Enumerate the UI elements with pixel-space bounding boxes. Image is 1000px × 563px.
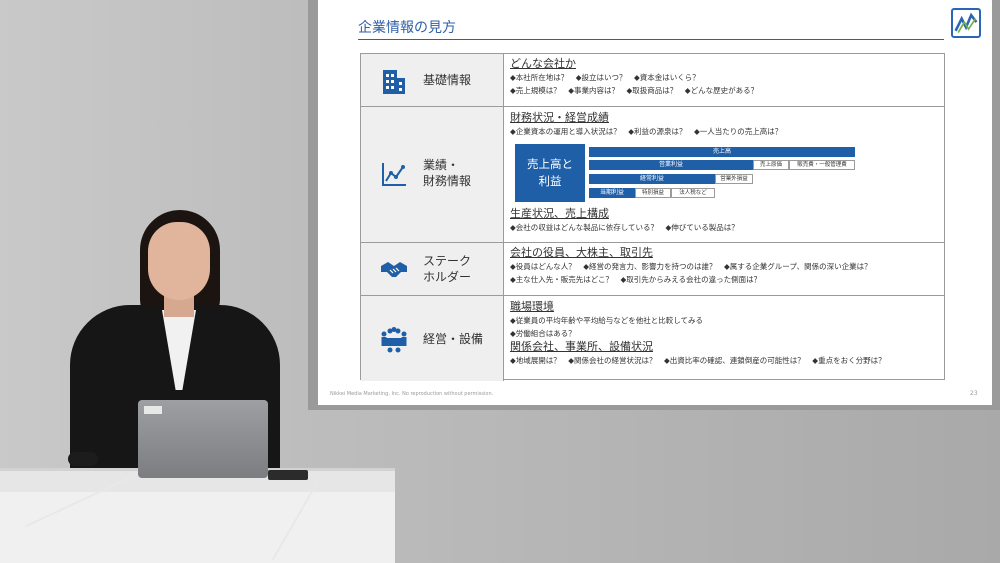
- page-number: 23: [970, 390, 978, 397]
- detail-question: ◆売上規模は？ ◆事業内容は？ ◆取扱商品は？ ◆どんな歴史がある？: [510, 86, 759, 95]
- detail-question: ◆本社所在地は？ ◆設立はいつ？ ◆資本金はいくら？: [510, 73, 700, 82]
- category-label-line: 財務情報: [423, 174, 472, 188]
- category-label-line: ホルダー: [423, 270, 472, 284]
- company-info-table: 基礎情報 どんな会社か ◆本社所在地は？ ◆設立はいつ？ ◆資本金はいくら？ ◆…: [360, 53, 945, 381]
- building-icon: [379, 66, 409, 96]
- detail-cell: 職場環境 ◆従業員の平均年齢や平均給与などを他社と比較してみる ◆労働組合はある…: [510, 300, 940, 367]
- detail-heading: どんな会社か: [510, 57, 576, 70]
- detail-question: ◆役員はどんな人？ ◆経営の発言力、影響力を持つのは誰？ ◆属する企業グループ、…: [510, 262, 872, 271]
- meeting-icon: [379, 324, 409, 354]
- category-label: ステーク ホルダー: [423, 253, 471, 285]
- category-cell: 経営・設備: [361, 296, 504, 381]
- detail-question: ◆従業員の平均年齢や平均給与などを他社と比較してみる: [510, 316, 704, 325]
- detail-question: ◆労働組合はある？: [510, 329, 576, 338]
- category-cell: ステーク ホルダー: [361, 243, 504, 295]
- taxes-box: 法人税など: [671, 188, 715, 198]
- laptop-sticker: [144, 406, 162, 414]
- line-chart-icon: [379, 159, 409, 189]
- detail-cell: 会社の役員、大株主、取引先 ◆役員はどんな人？ ◆経営の発言力、影響力を持つのは…: [510, 246, 940, 286]
- category-label: 基礎情報: [423, 73, 472, 87]
- sga-box: 販売費・一般管理費: [789, 160, 855, 170]
- slide-title: 企業情報の見方: [358, 20, 456, 36]
- detail-question: ◆会社の収益はどんな製品に依存している？ ◆伸びている製品は？: [510, 223, 739, 232]
- title-rule: [358, 39, 944, 40]
- presentation-slide: 企業情報の見方 基礎情報 どんな会社か ◆本社所在地は？ ◆設立はいつ？ ◆資本…: [318, 0, 992, 405]
- detail-question: ◆主な仕入先・販売先はどこ？ ◆取引先からみえる会社の違った側面は？: [510, 275, 762, 284]
- table-row: ステーク ホルダー 会社の役員、大株主、取引先 ◆役員はどんな人？ ◆経営の発言…: [361, 243, 944, 296]
- desk-front: [0, 492, 395, 563]
- category-label-line: 業績・: [423, 158, 460, 172]
- detail-heading: 財務状況・経営成績: [510, 111, 609, 124]
- mouse: [68, 452, 98, 466]
- detail-subsection: 生産状況、売上構成 ◆会社の収益はどんな製品に依存している？ ◆伸びている製品は…: [510, 207, 739, 234]
- phone: [268, 470, 308, 480]
- slide-footer: Nikkei Media Marketing, Inc. No reproduc…: [330, 391, 494, 397]
- ordinary-profit-bar: 経常利益: [589, 174, 715, 184]
- sales-bar: 売上高: [589, 147, 855, 157]
- detail-heading: 会社の役員、大株主、取引先: [510, 246, 653, 259]
- detail-question: ◆地域展開は？ ◆関係会社の経営状況は？ ◆出資比率の確認、連鎖倒産の可能性は？…: [510, 356, 886, 365]
- sales-and-profit-box: 売上高と 利益: [515, 144, 585, 202]
- non-operating-box: 営業外損益: [715, 174, 753, 184]
- detail-heading: 生産状況、売上構成: [510, 207, 609, 220]
- table-row: 経営・設備 職場環境 ◆従業員の平均年齢や平均給与などを他社と比較してみる ◆労…: [361, 296, 944, 381]
- laptop: [138, 400, 268, 478]
- category-label-line: ステーク: [423, 254, 472, 268]
- table-row: 基礎情報 どんな会社か ◆本社所在地は？ ◆設立はいつ？ ◆資本金はいくら？ ◆…: [361, 54, 944, 107]
- category-label: 経営・設備: [423, 332, 484, 346]
- company-logo-icon: [951, 8, 981, 38]
- presenter-face: [148, 222, 210, 300]
- cost-of-sales-box: 売上原価: [753, 160, 789, 170]
- table-row: 業績・ 財務情報 財務状況・経営成績 ◆企業資本の運用と導入状況は？ ◆利益の源…: [361, 107, 944, 243]
- detail-heading: 関係会社、事業所、設備状況: [510, 340, 653, 353]
- detail-cell: 財務状況・経営成績 ◆企業資本の運用と導入状況は？ ◆利益の源泉は？ ◆一人当た…: [510, 111, 940, 243]
- operating-profit-bar: 営業利益: [589, 160, 753, 170]
- extraordinary-box: 特別損益: [635, 188, 671, 198]
- category-label: 業績・ 財務情報: [423, 157, 471, 189]
- category-cell: 業績・ 財務情報: [361, 107, 504, 242]
- detail-heading: 職場環境: [510, 300, 554, 313]
- handshake-icon: [379, 254, 409, 284]
- detail-cell: どんな会社か ◆本社所在地は？ ◆設立はいつ？ ◆資本金はいくら？ ◆売上規模は…: [510, 57, 940, 97]
- category-cell: 基礎情報: [361, 54, 504, 106]
- diagram-main-line: 利益: [538, 174, 562, 188]
- detail-question: ◆企業資本の運用と導入状況は？ ◆利益の源泉は？ ◆一人当たりの売上高は？: [510, 127, 783, 136]
- net-profit-bar: 当期利益: [589, 188, 635, 198]
- diagram-main-line: 売上高と: [527, 157, 573, 171]
